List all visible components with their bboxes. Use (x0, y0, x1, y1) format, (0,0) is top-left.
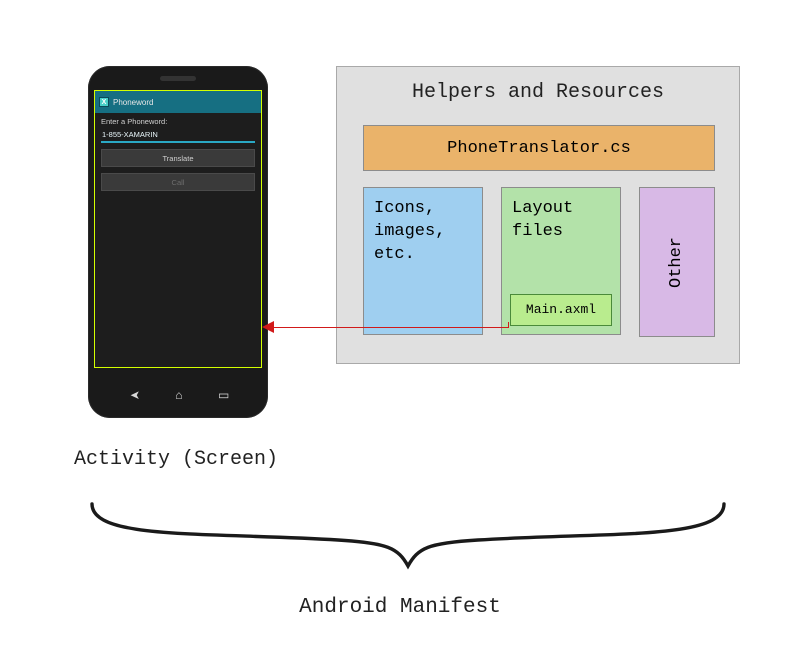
layout-line2: files (512, 221, 610, 244)
layout-line1: Layout (512, 198, 610, 221)
other-box: Other (639, 187, 715, 337)
main-axml-file: Main.axml (510, 294, 612, 326)
app-icon: X (99, 97, 109, 107)
icons-line1: Icons, (374, 198, 472, 221)
phoneword-input[interactable]: 1-855-XAMARIN (101, 128, 255, 143)
translate-button[interactable]: Translate (101, 149, 255, 167)
phone-app-screen: X Phoneword Enter a Phoneword: 1-855-XAM… (95, 91, 261, 367)
helpers-panel: Helpers and Resources PhoneTranslator.cs… (336, 66, 740, 364)
input-label: Enter a Phoneword: (95, 113, 261, 128)
app-title: Phoneword (113, 98, 153, 107)
caption-activity: Activity (Screen) (74, 448, 278, 471)
link-arrow-line (272, 327, 508, 328)
other-label: Other (667, 236, 686, 287)
recent-icon[interactable]: ▭ (218, 388, 226, 402)
curly-brace (88, 500, 728, 576)
back-icon[interactable]: ➤ (130, 388, 140, 402)
phonetranslator-file: PhoneTranslator.cs (363, 125, 715, 171)
phone-mockup: ▲ ▮ 5:05 X Phoneword Enter a Phoneword: … (88, 66, 268, 418)
phone-earpiece (160, 76, 196, 81)
app-actionbar: X Phoneword (95, 91, 261, 113)
icons-images-box: Icons, images, etc. (363, 187, 483, 335)
android-navbar: ➤ ⌂ ▭ (94, 384, 262, 406)
icons-line3: etc. (374, 244, 472, 267)
layout-files-box: Layout files Main.axml (501, 187, 621, 335)
link-arrow-stub (508, 322, 509, 328)
icons-line2: images, (374, 221, 472, 244)
caption-manifest: Android Manifest (0, 596, 800, 619)
home-icon[interactable]: ⌂ (175, 388, 182, 402)
link-arrow-head (262, 321, 274, 333)
helpers-title: Helpers and Resources (337, 81, 739, 104)
call-button[interactable]: Call (101, 173, 255, 191)
diagram-stage: ▲ ▮ 5:05 X Phoneword Enter a Phoneword: … (0, 0, 800, 660)
